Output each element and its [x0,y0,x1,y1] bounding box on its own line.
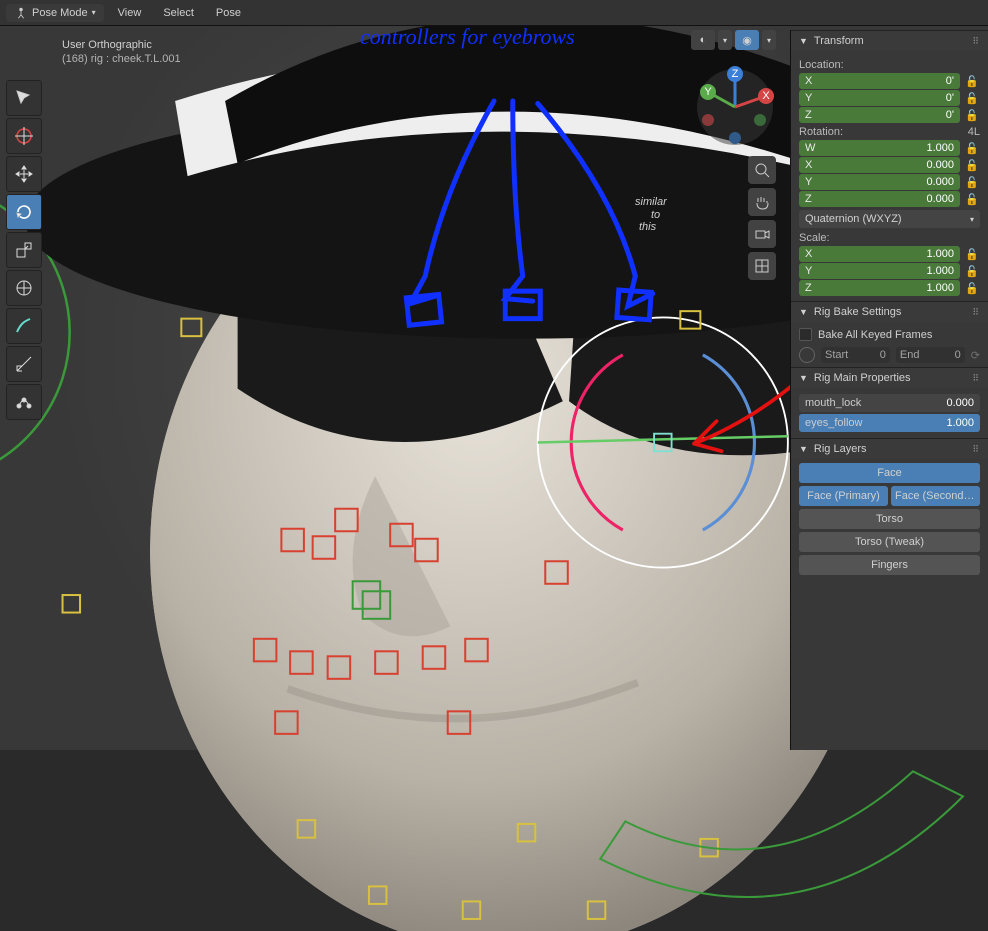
rotation-label: Rotation: [799,126,843,138]
layer-face-secondary[interactable]: Face (Seconda... [891,486,980,506]
orientation-gizmo[interactable]: Z X Y [694,66,776,148]
location-x-field[interactable]: X0' [799,73,960,89]
lock-icon[interactable]: 🔓 [964,176,980,189]
scale-x-field[interactable]: X1.000 [799,246,960,262]
panel-title: Rig Bake Settings [814,306,901,318]
lock-icon[interactable]: 🔓 [964,109,980,122]
rotation-mode-tag: 4L [968,126,980,138]
zoom-icon[interactable] [748,156,776,184]
prop-eyes-follow[interactable]: eyes_follow1.000 [799,414,980,432]
rotate-tool[interactable] [6,194,42,230]
location-label: Location: [799,59,980,71]
layer-face[interactable]: Face [799,463,980,483]
layer-face-primary[interactable]: Face (Primary) [799,486,888,506]
drag-dots-icon[interactable]: ⠿ [972,36,980,47]
panel-rig-layers-header[interactable]: ▼ Rig Layers ⠿ [791,438,988,459]
scale-tool[interactable] [6,232,42,268]
lock-icon[interactable]: 🔓 [964,159,980,172]
rig-layer-buttons: Face Face (Primary) Face (Seconda... Tor… [799,463,980,575]
left-toolbar [6,86,42,420]
chevron-down-icon: ▾ [970,215,974,224]
lock-icon[interactable]: 🔓 [964,282,980,295]
rotation-x-field[interactable]: X0.000 [799,157,960,173]
annotate-tool[interactable] [6,308,42,344]
chevron-down-icon: ▼ [799,36,808,46]
breakdowner-tool[interactable] [6,384,42,420]
svg-text:X: X [762,90,770,102]
drag-dots-icon[interactable]: ⠿ [972,444,980,455]
perspective-grid-icon[interactable] [748,252,776,280]
rig-main-body: mouth_lock0.000 eyes_follow1.000 [791,388,988,438]
drag-dots-icon[interactable]: ⠿ [972,307,980,318]
n-panel-sidebar: ▼ Transform ⠿ Location: X0' 🔓 Y0' 🔓 Z0' 🔓 R… [790,30,988,750]
scale-z-field[interactable]: Z1.000 [799,280,960,296]
move-tool[interactable] [6,156,42,192]
panel-transform-header[interactable]: ▼ Transform ⠿ [791,30,988,51]
mode-label: Pose Mode [32,7,88,19]
chevron-down-icon[interactable]: ▾ [718,30,732,50]
drag-dots-icon[interactable]: ⠿ [972,373,980,384]
menu-select[interactable]: Select [155,3,202,23]
rotation-mode-select[interactable]: Quaternion (WXYZ) ▾ [799,210,980,228]
cursor-tool[interactable] [6,118,42,154]
start-frame-field[interactable]: Start0 [821,347,890,363]
panel-title: Rig Layers [814,443,867,455]
menu-view[interactable]: View [110,3,150,23]
panel-title: Rig Main Properties [814,372,911,384]
measure-tool[interactable] [6,346,42,382]
lock-icon[interactable]: 🔓 [964,265,980,278]
chevron-down-icon: ▾ [92,8,96,17]
location-y-field[interactable]: Y0' [799,90,960,106]
toggle-gizmo-icon[interactable]: ◐ [691,30,715,50]
bake-all-label: Bake All Keyed Frames [818,329,932,341]
chevron-down-icon: ▼ [799,307,808,317]
clock-icon[interactable] [799,347,815,363]
chevron-down-icon: ▼ [799,444,808,454]
layer-torso-tweak[interactable]: Torso (Tweak) [799,532,980,552]
select-box-tool[interactable] [6,80,42,116]
camera-icon[interactable] [748,220,776,248]
rotation-y-field[interactable]: Y0.000 [799,174,960,190]
rotation-w-field[interactable]: W1.000 [799,140,960,156]
transform-tool[interactable] [6,270,42,306]
mode-selector[interactable]: Pose Mode ▾ [6,4,104,22]
pan-hand-icon[interactable] [748,188,776,216]
prop-mouth-lock[interactable]: mouth_lock0.000 [799,394,980,412]
panel-rig-bake-header[interactable]: ▼ Rig Bake Settings ⠿ [791,301,988,322]
lock-icon[interactable]: 🔓 [964,248,980,261]
lock-icon[interactable]: 🔓 [964,92,980,105]
panel-rig-main-header[interactable]: ▼ Rig Main Properties ⠿ [791,367,988,388]
lock-icon[interactable]: 🔓 [964,193,980,206]
chevron-down-icon[interactable]: ▾ [762,30,776,50]
svg-text:Z: Z [732,68,739,80]
svg-text:Y: Y [704,86,712,98]
overlay-toggle-icon[interactable]: ◉ [735,30,759,50]
layer-torso[interactable]: Torso [799,509,980,529]
location-z-field[interactable]: Z0' [799,107,960,123]
lock-icon[interactable]: 🔓 [964,142,980,155]
menu-pose[interactable]: Pose [208,3,249,23]
lock-icon[interactable]: 🔓 [964,75,980,88]
end-frame-field[interactable]: End0 [896,347,965,363]
refresh-icon[interactable]: ⟳ [971,349,980,362]
rotation-z-field[interactable]: Z0.000 [799,191,960,207]
top-bar: Pose Mode ▾ View Select Pose [0,0,988,26]
panel-title: Transform [814,35,864,47]
pose-mode-icon [14,6,28,20]
chevron-down-icon: ▼ [799,373,808,383]
scale-y-field[interactable]: Y1.000 [799,263,960,279]
layer-fingers[interactable]: Fingers [799,555,980,575]
bake-all-checkbox[interactable] [799,328,812,341]
scale-label: Scale: [799,232,980,244]
